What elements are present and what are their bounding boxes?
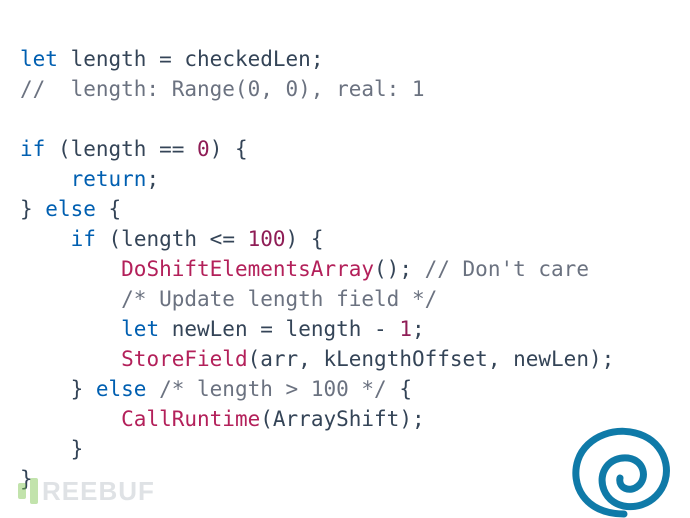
code-line-13: CallRuntime(ArrayShift); bbox=[20, 407, 425, 431]
comment-dont-care: // Don't care bbox=[425, 257, 589, 281]
arg-ArrayShift: ArrayShift bbox=[273, 407, 399, 431]
identifier-checkedLen: checkedLen bbox=[184, 47, 310, 71]
code-line-4: if (length == 0) { bbox=[20, 137, 248, 161]
func-CallRuntime: CallRuntime bbox=[121, 407, 260, 431]
keyword-if: if bbox=[20, 137, 45, 161]
func-StoreField: StoreField bbox=[121, 347, 247, 371]
code-line-5: return; bbox=[20, 167, 159, 191]
code-line-6: } else { bbox=[20, 197, 121, 221]
bar-icon bbox=[18, 483, 26, 499]
comment-update-length: /* Update length field */ bbox=[121, 287, 437, 311]
code-line-7: if (length <= 100) { bbox=[20, 227, 323, 251]
code-line-8: DoShiftElementsArray(); // Don't care bbox=[20, 257, 589, 281]
identifier-length: length bbox=[71, 47, 147, 71]
code-line-12: } else /* length > 100 */ { bbox=[20, 377, 412, 401]
keyword-if-inner: if bbox=[71, 227, 96, 251]
comment-range: // length: Range(0, 0), real: 1 bbox=[20, 77, 425, 101]
watermark-bars-icon bbox=[18, 478, 38, 504]
comment-length-gt-100: /* length > 100 */ bbox=[146, 377, 399, 401]
identifier-newLen: newLen bbox=[159, 317, 248, 341]
number-0: 0 bbox=[197, 137, 210, 161]
number-1: 1 bbox=[399, 317, 412, 341]
code-line-11: StoreField(arr, kLengthOffset, newLen); bbox=[20, 347, 614, 371]
func-DoShiftElementsArray: DoShiftElementsArray bbox=[121, 257, 374, 281]
watermark-freebuf: REEBUF bbox=[18, 476, 155, 506]
keyword-let: let bbox=[20, 47, 58, 71]
code-block: let length = checkedLen; // length: Rang… bbox=[20, 14, 614, 494]
code-line-2: // length: Range(0, 0), real: 1 bbox=[20, 77, 425, 101]
swirl-logo-icon bbox=[564, 422, 684, 518]
code-line-1: let length = checkedLen; bbox=[20, 47, 323, 71]
keyword-else-inner: else bbox=[96, 377, 147, 401]
code-line-9: /* Update length field */ bbox=[20, 287, 437, 311]
code-line-14: } bbox=[20, 437, 83, 461]
keyword-else: else bbox=[45, 197, 96, 221]
watermark-text: REEBUF bbox=[42, 476, 155, 506]
args-storefield: arr, kLengthOffset, newLen bbox=[260, 347, 589, 371]
keyword-return: return bbox=[71, 167, 147, 191]
bar-icon bbox=[30, 478, 38, 504]
code-line-10: let newLen = length - 1; bbox=[20, 317, 425, 341]
keyword-let-inner: let bbox=[121, 317, 159, 341]
number-100: 100 bbox=[248, 227, 286, 251]
